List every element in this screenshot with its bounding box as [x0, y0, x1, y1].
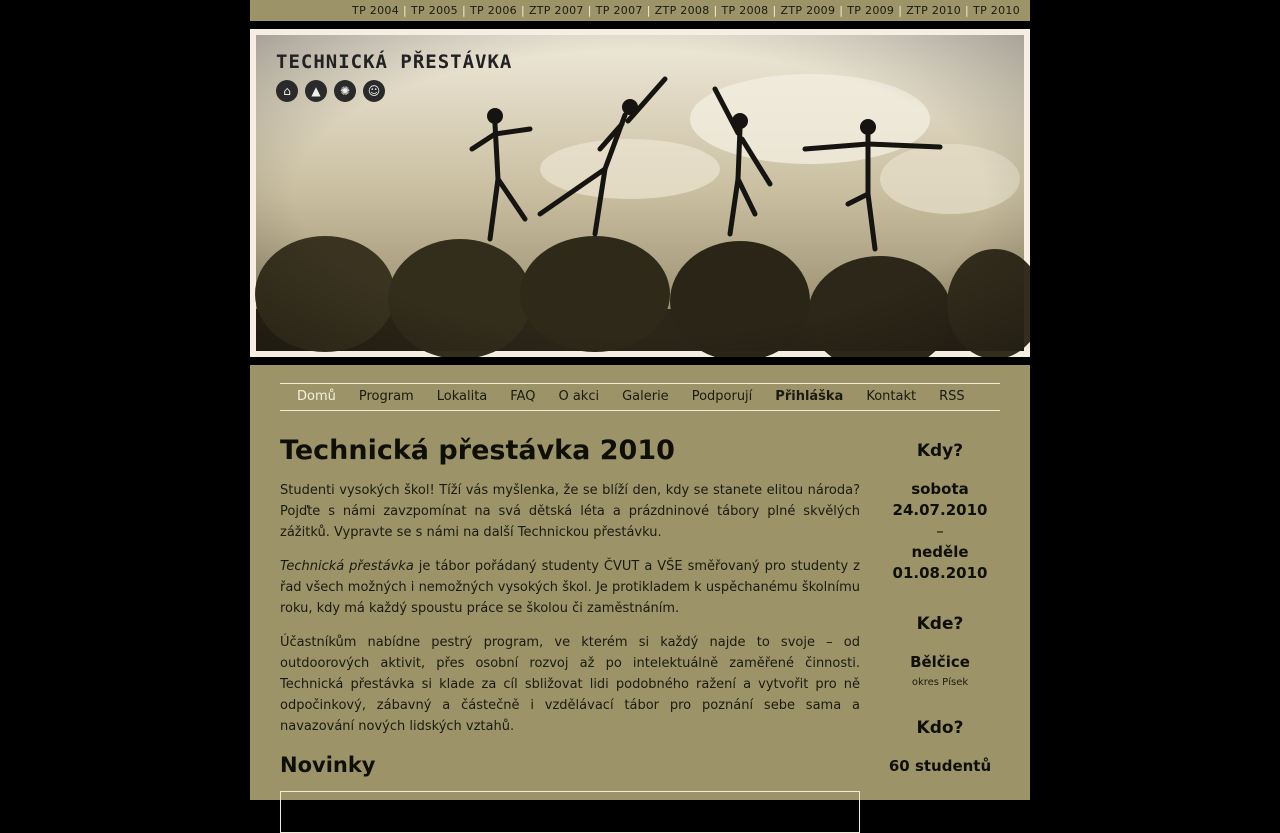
year-link-ztp-2009[interactable]: ZTP 2009	[780, 4, 835, 17]
when-heading: Kdy?	[916, 441, 964, 461]
year-link-tp-2005[interactable]: TP 2005	[411, 4, 458, 17]
year-link-separator: |	[403, 4, 408, 17]
who-block: Kdo? 60 studentů	[880, 718, 1000, 777]
nav-item-6[interactable]: Podporují	[692, 389, 753, 404]
nav-item-2[interactable]: Lokalita	[437, 389, 488, 404]
page: TP 2004 | TP 2005 | TP 2006 | ZTP 2007 | TP 2007…	[250, 0, 1030, 833]
year-link-separator: |	[839, 4, 844, 17]
year-link-separator: |	[772, 4, 777, 17]
header-banner: Technická přestávka ⌂ ▲ ✺ ☺	[250, 29, 1030, 357]
info-sidebar: Kdy? sobota 24.07.2010 – neděle 01.08.20…	[880, 441, 1000, 807]
when-date-start: 24.07.2010	[892, 501, 988, 519]
year-link-separator: |	[646, 4, 651, 17]
where-heading: Kde?	[916, 614, 964, 634]
program-paragraph: Účastníkům nabídne pestrý program, ve kt…	[280, 635, 860, 734]
header-icons: ⌂ ▲ ✺ ☺	[276, 80, 385, 102]
when-block: Kdy? sobota 24.07.2010 – neděle 01.08.20…	[880, 441, 1000, 584]
year-link-ztp-2010[interactable]: ZTP 2010	[906, 4, 961, 17]
when-day-end: neděle	[911, 543, 969, 561]
intro-paragraph: Studenti vysokých škol! Tíží vás myšlenk…	[280, 483, 860, 540]
nav-item-3[interactable]: FAQ	[510, 389, 535, 404]
year-links: TP 2004 | TP 2005 | TP 2006 | ZTP 2007 | TP 2007…	[352, 4, 1020, 17]
tree-icon[interactable]: ▲	[305, 80, 327, 102]
year-link-separator: |	[461, 4, 466, 17]
year-archive-bar: TP 2004 | TP 2005 | TP 2006 | ZTP 2007 | TP 2007…	[250, 0, 1030, 21]
year-link-tp-2006[interactable]: TP 2006	[470, 4, 517, 17]
nav-item-5[interactable]: Galerie	[622, 389, 669, 404]
main-content: Technická přestávka 2010 Studenti vysoký…	[280, 435, 860, 833]
news-heading: Novinky	[280, 753, 376, 777]
where-block: Kde? Bělčice okres Písek	[880, 614, 1000, 688]
year-link-separator: |	[587, 4, 592, 17]
nav-item-7[interactable]: Přihláška	[775, 389, 843, 404]
main-nav: Domů Program Lokalita FAQ O akci Galerie Podpo…	[280, 383, 1000, 411]
year-link-separator: |	[898, 4, 903, 17]
when-dash: –	[936, 522, 944, 540]
year-link-separator: |	[520, 4, 525, 17]
about-emphasis: Technická přestávka	[280, 559, 414, 574]
header-photo	[255, 35, 1030, 357]
nav-item-4[interactable]: O akci	[558, 389, 599, 404]
nav-item-1[interactable]: Program	[359, 389, 414, 404]
logo-title[interactable]: Technická přestávka	[276, 51, 512, 73]
year-link-separator: |	[713, 4, 718, 17]
home-icon[interactable]: ⌂	[276, 80, 298, 102]
news-box	[280, 791, 860, 833]
year-link-tp-2009[interactable]: TP 2009	[847, 4, 894, 17]
nav-item-0[interactable]: Domů	[297, 389, 336, 404]
year-link-tp-2008[interactable]: TP 2008	[722, 4, 769, 17]
nav-item-8[interactable]: Kontakt	[866, 389, 916, 404]
when-day-start: sobota	[911, 480, 969, 498]
sun-icon[interactable]: ✺	[334, 80, 356, 102]
year-link-ztp-2008[interactable]: ZTP 2008	[655, 4, 710, 17]
year-link-tp-2004[interactable]: TP 2004	[352, 4, 399, 17]
year-link-tp-2010[interactable]: TP 2010	[973, 4, 1020, 17]
who-heading: Kdo?	[916, 718, 964, 738]
where-district: okres Písek	[911, 677, 969, 688]
when-date-end: 01.08.2010	[892, 564, 988, 582]
where-place: Bělčice	[910, 653, 970, 671]
year-link-separator: |	[965, 4, 970, 17]
nav-item-9[interactable]: RSS	[939, 389, 965, 404]
who-count: 60 studentů	[888, 757, 992, 775]
year-link-ztp-2007[interactable]: ZTP 2007	[529, 4, 584, 17]
about-paragraph: Technická přestávka je tábor pořádaný st…	[280, 556, 860, 619]
year-link-tp-2007[interactable]: TP 2007	[596, 4, 643, 17]
people-icon[interactable]: ☺	[363, 80, 385, 102]
content-panel: Domů Program Lokalita FAQ O akci Galerie Podpo…	[250, 365, 1030, 833]
page-title: Technická přestávka 2010	[280, 435, 675, 466]
